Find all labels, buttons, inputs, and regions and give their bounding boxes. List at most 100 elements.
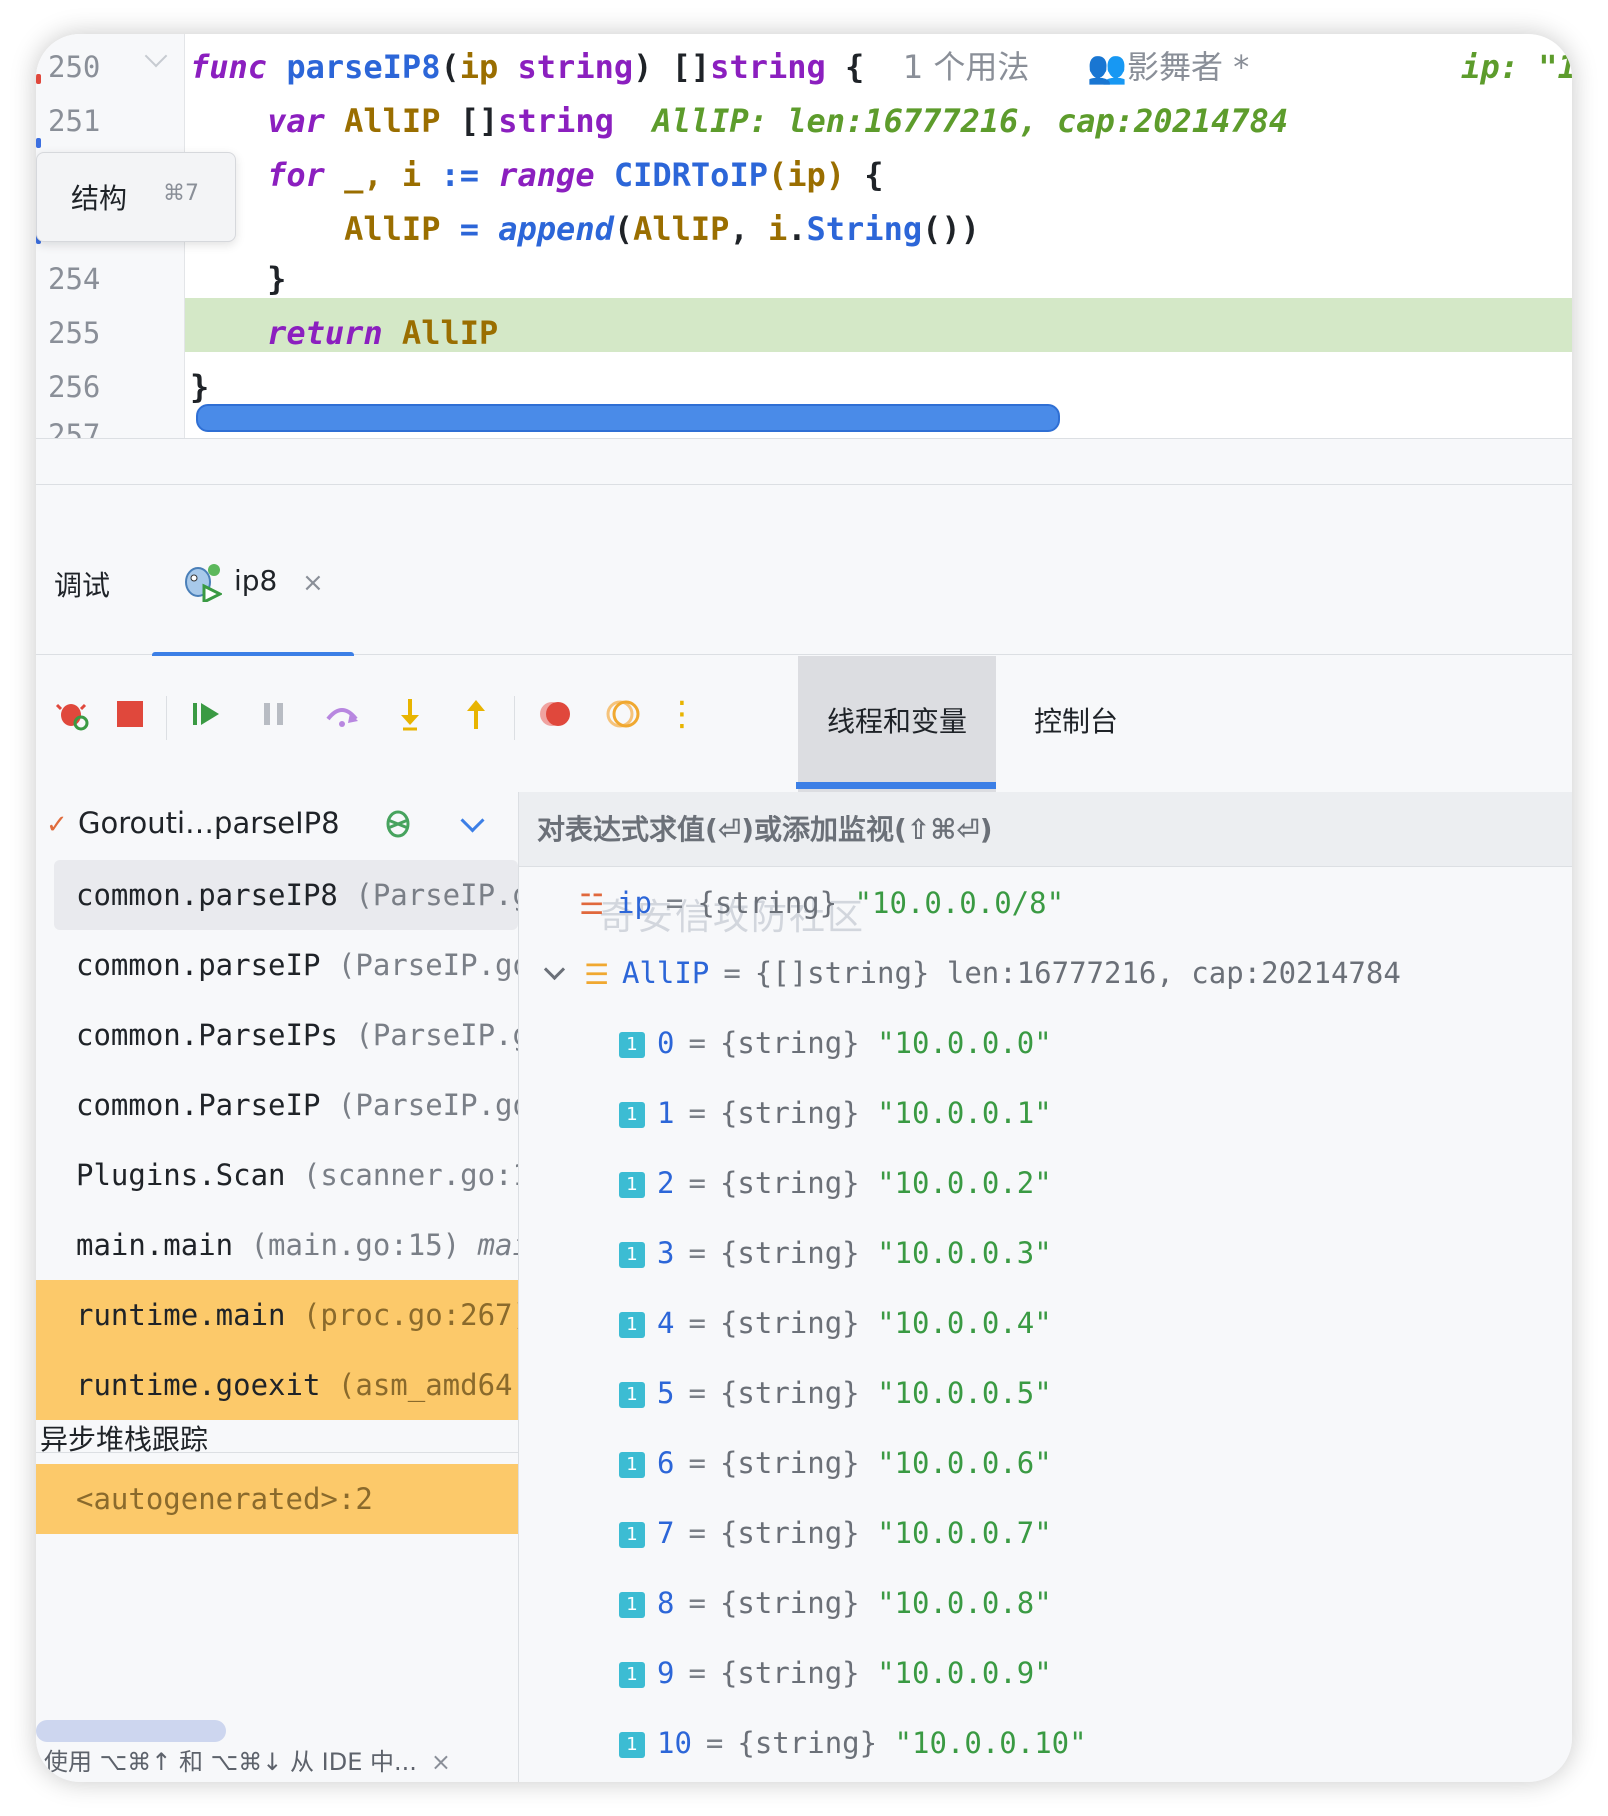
element-value: "10.0.0.5" bbox=[877, 1376, 1052, 1410]
structure-popup[interactable]: 结构 ⌘7 bbox=[36, 152, 236, 242]
array-element-row[interactable]: 1 3 = {string} "10.0.0.3" bbox=[619, 1218, 1052, 1288]
frame-function: common.ParseIPs bbox=[76, 1018, 338, 1052]
async-frame-row[interactable]: <autogenerated>:2 bbox=[36, 1464, 518, 1534]
code-editor[interactable]: 250 251 254 255 256 257 func parseIP8(ip… bbox=[36, 34, 1572, 438]
element-type: {string} bbox=[719, 1096, 860, 1130]
element-value: "10.0.0.4" bbox=[877, 1306, 1052, 1340]
keyword: range bbox=[498, 156, 595, 194]
stack-frame-row[interactable]: common.parseIP8 (ParseIP.go bbox=[54, 860, 518, 930]
code-line-255[interactable]: return AllIP bbox=[190, 306, 498, 360]
step-out-icon[interactable] bbox=[456, 694, 496, 734]
more-options-icon[interactable]: ⋮ bbox=[662, 694, 702, 734]
stack-frame-row[interactable]: Plugins.Scan (scanner.go:15 bbox=[36, 1140, 518, 1210]
var-type: {[]string} bbox=[754, 956, 930, 990]
step-into-icon[interactable] bbox=[390, 694, 430, 734]
equals: = bbox=[688, 1306, 706, 1340]
element-value: "10.0.0.2" bbox=[877, 1166, 1052, 1200]
close-icon[interactable]: × bbox=[431, 1748, 451, 1776]
element-value: "10.0.0.8" bbox=[877, 1586, 1052, 1620]
code-line-254[interactable]: } bbox=[190, 252, 286, 306]
var-type: []string bbox=[459, 102, 614, 140]
code-line-253[interactable]: AllIP = append(AllIP, i.String()) bbox=[190, 202, 980, 256]
method-name[interactable]: String bbox=[807, 210, 923, 248]
code-line-252[interactable]: for _, i := range CIDRToIP(ip) { bbox=[190, 148, 884, 202]
pause-icon[interactable] bbox=[254, 694, 294, 734]
element-index-icon: 1 bbox=[619, 1522, 645, 1548]
variable-row-allip[interactable]: ☰ AllIP = {[]string} len:16777216, cap:2021… bbox=[543, 938, 1401, 1008]
call-name[interactable]: append bbox=[498, 210, 614, 248]
element-index-icon: 1 bbox=[619, 1732, 645, 1758]
divider bbox=[36, 1452, 518, 1453]
evaluate-placeholder: 对表达式求值(⏎)或添加监视(⇧⌘⏎) bbox=[537, 813, 993, 846]
var-type-name: string bbox=[498, 102, 614, 140]
equals: = bbox=[688, 1516, 706, 1550]
navigation-hint: 使用 ⌥⌘↑ 和 ⌥⌘↓ 从 IDE 中... × bbox=[44, 1742, 451, 1777]
chevron-down-icon[interactable] bbox=[460, 808, 485, 833]
line-number: 256 bbox=[48, 370, 101, 404]
close-icon[interactable]: × bbox=[302, 568, 324, 598]
frame-text: common.ParseIP (ParseIP.go: bbox=[76, 1070, 518, 1140]
step-over-icon[interactable] bbox=[322, 694, 362, 734]
equals: = bbox=[723, 956, 741, 990]
code-line-250[interactable]: func parseIP8(ip string) []string { 1 个用… bbox=[190, 40, 1572, 94]
tab-debug[interactable]: 调试 bbox=[54, 564, 110, 604]
keyword: for bbox=[267, 156, 325, 194]
fold-chevron-icon[interactable] bbox=[144, 44, 168, 68]
breakpoint-marker-icon[interactable] bbox=[36, 74, 41, 84]
punct: ) bbox=[633, 48, 653, 86]
array-element-row[interactable]: 1 8 = {string} "10.0.0.8" bbox=[619, 1568, 1052, 1638]
call-name[interactable]: CIDRToIP bbox=[614, 156, 768, 194]
element-type: {string} bbox=[719, 1026, 860, 1060]
element-index: 3 bbox=[657, 1236, 675, 1270]
usage-hint[interactable]: 1 个用法 bbox=[903, 48, 1030, 86]
frame-location: (ParseIP.go: bbox=[337, 948, 518, 982]
function-name[interactable]: parseIP8 bbox=[286, 48, 440, 86]
mute-breakpoints-icon[interactable] bbox=[604, 694, 644, 734]
array-element-row[interactable]: 1 10 = {string} "10.0.0.10" bbox=[619, 1708, 1087, 1778]
array-element-row[interactable]: 1 4 = {string} "10.0.0.4" bbox=[619, 1288, 1052, 1358]
element-index: 7 bbox=[657, 1516, 675, 1550]
array-element-row[interactable]: 1 1 = {string} "10.0.0.1" bbox=[619, 1078, 1052, 1148]
go-debug-icon bbox=[185, 564, 222, 602]
array-element-row[interactable]: 1 9 = {string} "10.0.0.9" bbox=[619, 1638, 1052, 1708]
frame-function: runtime.main bbox=[76, 1298, 286, 1332]
stack-frame-row[interactable]: common.ParseIP (ParseIP.go: bbox=[36, 1070, 518, 1140]
rerun-debug-icon[interactable] bbox=[52, 694, 92, 734]
array-element-row[interactable]: 1 5 = {string} "10.0.0.5" bbox=[619, 1358, 1052, 1428]
element-value: "10.0.0.9" bbox=[877, 1656, 1052, 1690]
thread-selector[interactable]: ✓ Gorouti…parseIP8 bbox=[36, 792, 518, 860]
stop-icon[interactable] bbox=[110, 694, 150, 734]
stack-frame-row[interactable]: common.ParseIPs (ParseIP.go bbox=[36, 1000, 518, 1070]
tab-console[interactable]: 控制台 bbox=[1016, 656, 1136, 792]
frames-horizontal-scrollbar[interactable] bbox=[36, 1720, 226, 1742]
active-subtab-indicator bbox=[796, 782, 996, 789]
array-element-row[interactable]: 1 7 = {string} "10.0.0.7" bbox=[619, 1498, 1052, 1568]
resume-icon[interactable] bbox=[186, 694, 226, 734]
frame-package: main bbox=[477, 1228, 518, 1262]
view-breakpoints-icon[interactable] bbox=[536, 694, 576, 734]
array-element-row[interactable]: 1 2 = {string} "10.0.0.2" bbox=[619, 1148, 1052, 1218]
array-element-row[interactable]: 1 6 = {string} "10.0.0.6" bbox=[619, 1428, 1052, 1498]
array-element-row[interactable]: 1 0 = {string} "10.0.0.0" bbox=[619, 1008, 1052, 1078]
parameter-icon: ☱ bbox=[579, 888, 605, 921]
expand-chevron-icon[interactable] bbox=[543, 958, 566, 980]
punct: . bbox=[787, 210, 807, 248]
array-element-row[interactable]: 111={string} "10.0.0.11" bbox=[619, 1778, 1087, 1782]
evaluate-expression-field[interactable]: 对表达式求值(⏎)或添加监视(⇧⌘⏎) bbox=[519, 792, 1572, 867]
call-args: (ip) bbox=[767, 156, 846, 194]
variable-row-ip[interactable]: ☱ ip = {string} "10.0.0.0/8" bbox=[579, 868, 1064, 938]
check-icon: ✓ bbox=[46, 810, 68, 840]
editor-horizontal-scrollbar[interactable] bbox=[196, 404, 1060, 432]
stack-frame-row[interactable]: common.parseIP (ParseIP.go: bbox=[36, 930, 518, 1000]
return-type-name: string bbox=[710, 48, 826, 86]
stack-frame-row[interactable]: runtime.main (proc.go:267) bbox=[36, 1280, 518, 1350]
stack-frame-row[interactable]: main.main (main.go:15) main bbox=[36, 1210, 518, 1280]
author-hint[interactable]: 影舞者 * bbox=[1127, 48, 1249, 86]
filter-frames-icon[interactable] bbox=[384, 806, 412, 848]
divider bbox=[166, 696, 167, 740]
keyword: return bbox=[267, 314, 383, 352]
tab-threads-variables[interactable]: 线程和变量 bbox=[798, 656, 996, 792]
code-line-251[interactable]: var AllIP []string AllIP: len:16777216, … bbox=[190, 94, 1288, 148]
line-number: 250 bbox=[48, 50, 101, 84]
stack-frame-row[interactable]: runtime.goexit (asm_amd64.s bbox=[36, 1350, 518, 1420]
